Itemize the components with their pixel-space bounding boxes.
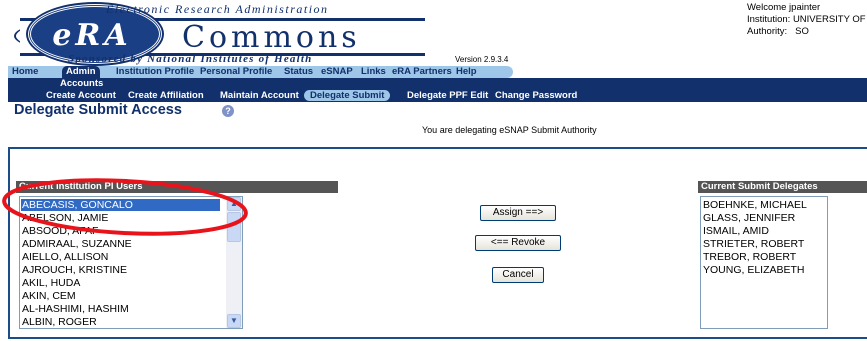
institution-text: Institution: UNIVERSITY OF xyxy=(747,14,866,25)
list-item[interactable]: ALBIN, ROGER xyxy=(22,316,97,328)
revoke-button[interactable]: <== Revoke xyxy=(475,235,561,251)
nav-home[interactable]: Home xyxy=(12,66,38,78)
nav-personal-profile[interactable]: Personal Profile xyxy=(200,66,272,78)
list-item[interactable]: AL-HASHIMI, HASHIM xyxy=(22,303,129,315)
nav-esnap[interactable]: eSNAP xyxy=(321,66,353,78)
list-item[interactable]: ABELSON, JAMIE xyxy=(22,212,108,224)
main-nav: Home Admin Institution Profile Personal … xyxy=(8,66,513,78)
list-item[interactable]: ADMIRAAL, SUZANNE xyxy=(22,238,132,250)
scroll-thumb[interactable] xyxy=(227,212,241,242)
version-label: Version 2.9.3.4 xyxy=(455,55,509,64)
logo-commons-text: Commons xyxy=(182,20,361,55)
logo-tagline-top: Electronic Research Administration xyxy=(106,2,329,16)
list-item[interactable]: TREBOR, ROBERT xyxy=(703,251,796,263)
listbox-scrollbar[interactable]: ▲ ▼ xyxy=(226,197,242,328)
list-item[interactable]: AJROUCH, KRISTINE xyxy=(22,264,127,276)
scroll-up-arrow-icon[interactable]: ▲ xyxy=(227,197,241,211)
era-commons-logo[interactable]: eRA Commons Electronic Research Administ… xyxy=(6,2,430,68)
pi-users-listbox[interactable]: ABECASIS, GONCALO ABELSON, JAMIE ABSOOD,… xyxy=(19,196,243,329)
authority-value: SO xyxy=(795,26,809,37)
list-item[interactable]: ISMAIL, AMID xyxy=(703,225,769,237)
subnav-section-accounts: Accounts xyxy=(60,78,104,89)
subnav-create-account[interactable]: Create Account xyxy=(46,90,116,101)
nav-era-partners[interactable]: eRA Partners xyxy=(392,66,452,78)
submit-delegates-header: Current Submit Delegates xyxy=(698,181,867,193)
list-item[interactable]: AKIN, CEM xyxy=(22,290,76,302)
list-item[interactable]: AIELLO, ALLISON xyxy=(22,251,108,263)
pi-users-header: Current Institution PI Users xyxy=(16,181,338,193)
submit-delegates-listbox[interactable]: BOEHNKE, MICHAEL GLASS, JENNIFER ISMAIL,… xyxy=(700,196,828,329)
nav-admin[interactable]: Admin xyxy=(62,66,100,78)
delegate-submit-page: eRA Commons Electronic Research Administ… xyxy=(0,0,867,341)
welcome-text: Welcome jpainter xyxy=(747,2,821,13)
list-item[interactable]: AKIL, HUDA xyxy=(22,277,80,289)
nav-links[interactable]: Links xyxy=(361,66,386,78)
subnav-delegate-ppf-edit[interactable]: Delegate PPF Edit xyxy=(407,90,488,101)
delegation-message: You are delegating eSNAP Submit Authorit… xyxy=(422,125,597,135)
authority-label: Authority: xyxy=(747,26,788,37)
list-item[interactable]: ABECASIS, GONCALO xyxy=(21,199,220,211)
page-title: Delegate Submit Access xyxy=(14,102,182,118)
assign-button[interactable]: Assign ==> xyxy=(480,205,556,221)
subnav-create-affiliation[interactable]: Create Affiliation xyxy=(128,90,204,101)
nav-institution-profile[interactable]: Institution Profile xyxy=(116,66,194,78)
list-item[interactable]: ABSOOD, AFAF xyxy=(22,225,98,237)
logo-tagline-bottom: Sponsored by National Institutes of Heal… xyxy=(68,53,313,65)
logo-era-text: eRA xyxy=(52,18,132,53)
nav-help[interactable]: Help xyxy=(456,66,477,78)
sub-nav: Accounts Create Account Create Affiliati… xyxy=(8,78,867,102)
authority-row: Authority: SO xyxy=(747,26,866,38)
subnav-maintain-account[interactable]: Maintain Account xyxy=(220,90,299,101)
list-item[interactable]: YOUNG, ELIZABETH xyxy=(703,264,805,276)
user-info: Welcome jpainter Institution: UNIVERSITY… xyxy=(747,2,866,38)
question-circle-icon[interactable]: ? xyxy=(222,105,234,117)
cancel-button[interactable]: Cancel xyxy=(492,267,544,283)
list-item[interactable]: STRIETER, ROBERT xyxy=(703,238,804,250)
subnav-delegate-submit[interactable]: Delegate Submit xyxy=(304,90,391,101)
scroll-down-arrow-icon[interactable]: ▼ xyxy=(227,314,241,328)
nav-status[interactable]: Status xyxy=(284,66,313,78)
list-item[interactable]: GLASS, JENNIFER xyxy=(703,212,795,224)
subnav-change-password[interactable]: Change Password xyxy=(495,90,577,101)
list-item[interactable]: BOEHNKE, MICHAEL xyxy=(703,199,807,211)
